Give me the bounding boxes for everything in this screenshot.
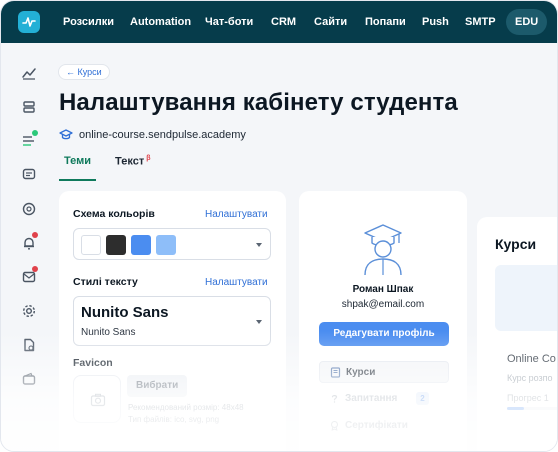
settings-tabs: Теми Текст β: [59, 153, 155, 181]
settings-icon[interactable]: [21, 303, 37, 319]
nav-item-mailings[interactable]: Розсилки: [63, 1, 114, 43]
course-cover-image: [495, 265, 557, 331]
text-style-label: Стилі тексту: [73, 276, 138, 288]
main-content: ← Курси Налаштування кабінету студента o…: [57, 43, 557, 451]
tab-text-label: Текст: [115, 155, 145, 168]
chevron-down-icon: [256, 243, 262, 247]
academy-domain: online-course.sendpulse.academy: [79, 129, 246, 141]
nav-item-automation[interactable]: Automation: [130, 1, 191, 43]
tab-themes[interactable]: Теми: [59, 153, 97, 181]
font-preview: Nunito Sans: [81, 304, 169, 321]
font-select[interactable]: Nunito Sans Nunito Sans: [73, 296, 271, 346]
color-scheme-configure-link[interactable]: Налаштувати: [205, 209, 268, 220]
mail-badge-dot: [32, 266, 38, 272]
profile-menu-questions-label: Запитання: [345, 393, 398, 404]
profile-menu-certificates-label: Сертифікати: [345, 420, 408, 431]
nav-item-crm[interactable]: CRM: [271, 1, 296, 43]
course-progress-bar: [507, 407, 557, 410]
course-name[interactable]: Online Co: [507, 353, 556, 365]
nav-item-push[interactable]: Push: [422, 1, 449, 43]
courses-title: Курси: [495, 236, 537, 252]
domain-row: online-course.sendpulse.academy: [59, 127, 246, 143]
color-swatch-light-blue: [156, 235, 176, 255]
support-icon[interactable]: [21, 201, 37, 217]
text-style-configure-link[interactable]: Налаштувати: [205, 277, 268, 288]
chart-icon[interactable]: [21, 65, 37, 81]
courses-preview-card: Курси Online Co Курс розпо Прогрес 1: [477, 217, 557, 451]
favicon-label: Favicon: [73, 357, 113, 369]
beta-badge: β: [146, 155, 151, 162]
profile-menu-courses[interactable]: Курси: [319, 361, 449, 383]
camera-icon: [90, 393, 106, 407]
chevron-down-icon: [256, 320, 262, 324]
profile-menu-certificates[interactable]: Сертифікати: [319, 415, 449, 437]
theme-settings-panel: Схема кольорів Налаштувати Стилі тексту …: [59, 191, 286, 451]
font-name: Nunito Sans: [81, 327, 136, 338]
favicon-upload[interactable]: [73, 375, 121, 423]
nav-item-smtp[interactable]: SMTP: [465, 1, 496, 43]
app-window: Розсилки Automation Чат-боти CRM Сайти П…: [0, 0, 558, 452]
course-progress-label: Прогрес 1: [507, 393, 549, 403]
sidebar: [1, 43, 57, 451]
tab-themes-label: Теми: [64, 155, 92, 167]
wallet-icon[interactable]: [21, 371, 37, 387]
graduation-cap-icon: [59, 129, 73, 140]
book-icon: [330, 367, 341, 378]
questions-count-badge: 2: [416, 392, 429, 405]
favicon-size-hint: Рекомендований розмір: 48x48: [128, 403, 244, 412]
nav-item-edu[interactable]: EDU: [506, 9, 548, 35]
favicon-type-hint: Тип файлів: ico, svg, png: [128, 415, 220, 424]
student-name: Роман Шпак: [352, 284, 414, 295]
question-icon: [331, 395, 338, 403]
nav-item-sites[interactable]: Сайти: [314, 1, 347, 43]
chat-icon[interactable]: [21, 167, 37, 183]
certificate-icon: [330, 420, 339, 431]
layers-icon[interactable]: [21, 99, 37, 115]
choose-favicon-button[interactable]: Вибрати: [127, 375, 188, 397]
nav-item-chatbots[interactable]: Чат-боти: [205, 1, 253, 43]
profile-menu-courses-label: Курси: [346, 367, 376, 378]
top-navigation: Розсилки Automation Чат-боти CRM Сайти П…: [1, 1, 557, 43]
color-swatch-dark: [106, 235, 126, 255]
nav-item-popups[interactable]: Попапи: [365, 1, 406, 43]
list-badge-dot: [32, 130, 38, 136]
document-icon[interactable]: [21, 337, 37, 353]
profile-preview-card: Роман Шпак shpak@email.com Редагувати пр…: [299, 191, 467, 451]
pulse-logo-icon[interactable]: [18, 11, 40, 33]
bell-badge-dot: [32, 232, 38, 238]
student-avatar-icon: [364, 224, 402, 276]
student-email: shpak@email.com: [341, 299, 425, 310]
tab-text[interactable]: Текст β: [110, 153, 155, 181]
edit-profile-button[interactable]: Редагувати профіль: [319, 322, 449, 346]
color-swatch-white: [81, 235, 101, 255]
course-subtitle: Курс розпо: [507, 373, 553, 383]
color-swatch-blue: [131, 235, 151, 255]
back-to-courses-link[interactable]: ← Курси: [58, 64, 110, 80]
color-scheme-label: Схема кольорів: [73, 208, 155, 220]
color-scheme-select[interactable]: [73, 228, 271, 260]
profile-menu-questions[interactable]: Запитання 2: [319, 388, 449, 410]
page-title: Налаштування кабінету студента: [59, 89, 458, 116]
course-progress-fill: [507, 407, 524, 410]
